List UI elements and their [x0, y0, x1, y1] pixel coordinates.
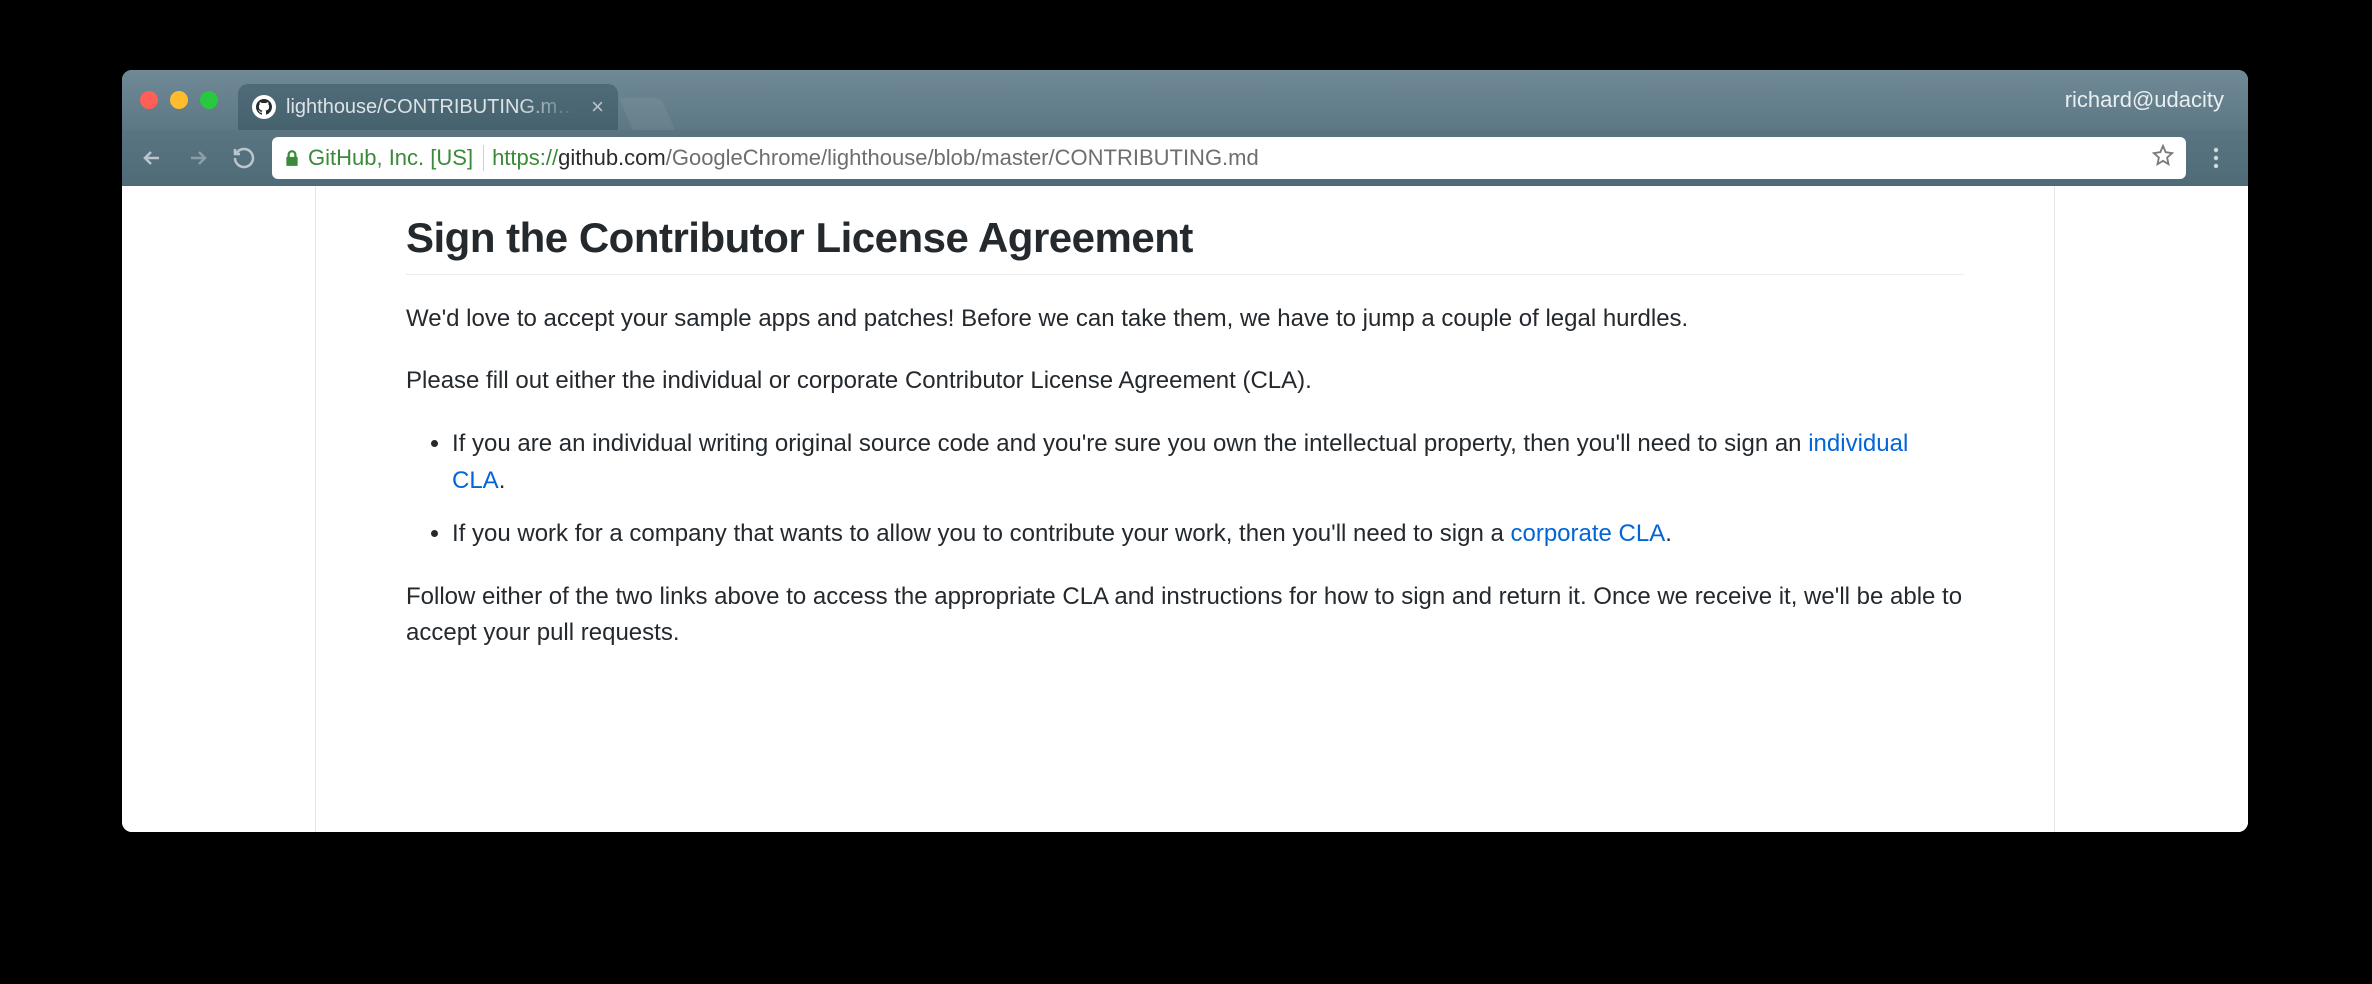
github-icon: [252, 95, 276, 119]
toolbar: GitHub, Inc. [US] https://github.com/Goo…: [122, 130, 2248, 186]
back-button[interactable]: [134, 140, 170, 176]
paragraph: Follow either of the two links above to …: [406, 579, 1964, 651]
lock-icon: [284, 149, 300, 167]
readme-container: Sign the Contributor License Agreement W…: [315, 186, 2055, 832]
forward-button[interactable]: [180, 140, 216, 176]
maximize-window-button[interactable]: [200, 91, 218, 109]
tab-title: lighthouse/CONTRIBUTING.m…: [286, 96, 577, 119]
browser-menu-icon[interactable]: [2196, 146, 2236, 170]
titlebar: lighthouse/CONTRIBUTING.m… × richard@uda…: [122, 70, 2248, 130]
paragraph: We'd love to accept your sample apps and…: [406, 301, 1964, 337]
section-heading: Sign the Contributor License Agreement: [406, 214, 1964, 275]
browser-window: lighthouse/CONTRIBUTING.m… × richard@uda…: [122, 70, 2248, 832]
minimize-window-button[interactable]: [170, 91, 188, 109]
list-item: If you are an individual writing origina…: [452, 425, 1964, 499]
corporate-cla-link[interactable]: corporate CLA: [1510, 520, 1665, 547]
list-item: If you work for a company that wants to …: [452, 515, 1964, 552]
page-content[interactable]: Sign the Contributor License Agreement W…: [122, 186, 2248, 832]
bullet-list: If you are an individual writing origina…: [406, 425, 1964, 553]
ev-cert-label: GitHub, Inc. [US]: [308, 145, 484, 171]
close-tab-icon[interactable]: ×: [591, 94, 604, 120]
browser-tab[interactable]: lighthouse/CONTRIBUTING.m… ×: [238, 84, 618, 130]
reload-button[interactable]: [226, 140, 262, 176]
profile-label[interactable]: richard@udacity: [2065, 87, 2224, 113]
paragraph: Please fill out either the individual or…: [406, 363, 1964, 399]
new-tab-button[interactable]: [619, 98, 675, 130]
close-window-button[interactable]: [140, 91, 158, 109]
address-bar[interactable]: GitHub, Inc. [US] https://github.com/Goo…: [272, 137, 2186, 179]
window-controls: [140, 91, 218, 109]
url-text: https://github.com/GoogleChrome/lighthou…: [492, 145, 1259, 171]
bookmark-star-icon[interactable]: [2152, 144, 2174, 172]
